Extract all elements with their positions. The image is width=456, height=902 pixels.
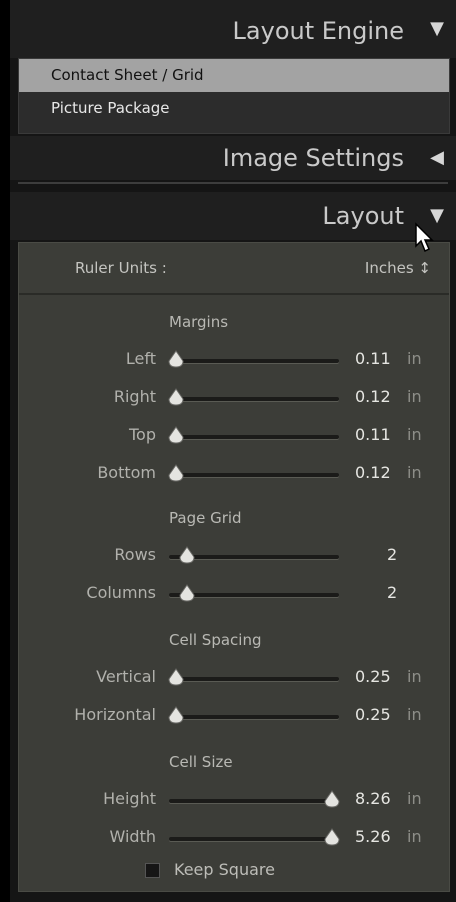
- layout-engine-list: Contact Sheet / Grid Picture Package: [18, 58, 450, 134]
- slider-value[interactable]: 0.11: [355, 349, 391, 368]
- mouse-cursor-icon: [415, 222, 434, 253]
- layout-title: Layout: [322, 202, 404, 230]
- layout-engine-header[interactable]: Layout Engine ▼: [10, 0, 456, 58]
- divider: [19, 293, 449, 295]
- slider-knob[interactable]: [167, 668, 185, 686]
- keep-square-label: Keep Square: [174, 860, 275, 879]
- ruler-units-label: Ruler Units :: [75, 259, 167, 277]
- slider-label: Rows: [114, 545, 156, 564]
- triangle-down-icon[interactable]: ▼: [430, 0, 444, 60]
- slider-label: Right: [113, 387, 156, 406]
- slider-label: Left: [125, 349, 156, 368]
- image-settings-header[interactable]: Image Settings ◀: [10, 136, 456, 180]
- slider-value[interactable]: 8.26: [355, 789, 391, 808]
- unit-label: in: [407, 387, 422, 406]
- slider-value[interactable]: 0.12: [355, 463, 391, 482]
- slider-row-columns: Columns 2: [19, 577, 449, 609]
- keep-square-checkbox[interactable]: [145, 863, 160, 878]
- slider-label: Vertical: [96, 667, 156, 686]
- slider-track[interactable]: [168, 706, 339, 724]
- layout-panel-body: Ruler Units : Inches ↕ Margins Left 0.11 i…: [18, 242, 450, 892]
- slider-track[interactable]: [168, 350, 339, 368]
- slider-label: Bottom: [97, 463, 156, 482]
- slider-knob[interactable]: [167, 388, 185, 406]
- slider-row-top: Top 0.11 in: [19, 419, 449, 451]
- ruler-units-row: Ruler Units : Inches ↕: [19, 243, 449, 293]
- slider-label: Width: [109, 827, 156, 846]
- layout-header[interactable]: Layout ▼: [10, 192, 456, 240]
- slider-label: Horizontal: [74, 705, 156, 724]
- slider-track[interactable]: [169, 790, 340, 808]
- slider-track[interactable]: [169, 584, 339, 602]
- slider-row-right: Right 0.12 in: [19, 381, 449, 413]
- slider-knob[interactable]: [167, 350, 185, 368]
- slider-track[interactable]: [168, 464, 339, 482]
- slider-label: Columns: [86, 583, 156, 602]
- section-title-page-grid: Page Grid: [169, 509, 242, 527]
- engine-option-contact-sheet[interactable]: Contact Sheet / Grid: [19, 59, 449, 92]
- slider-row-left: Left 0.11 in: [19, 343, 449, 375]
- divider: [18, 182, 448, 184]
- unit-label: in: [407, 349, 422, 368]
- slider-value[interactable]: 2: [387, 545, 397, 564]
- section-title-cell-spacing: Cell Spacing: [169, 631, 262, 649]
- unit-label: in: [407, 789, 422, 808]
- slider-track[interactable]: [168, 668, 339, 686]
- slider-value[interactable]: 0.12: [355, 387, 391, 406]
- slider-knob[interactable]: [178, 546, 196, 564]
- slider-track[interactable]: [168, 426, 339, 444]
- right-panel: Layout Engine ▼ Contact Sheet / Grid Pic…: [10, 0, 456, 902]
- unit-label: in: [407, 667, 422, 686]
- image-settings-title: Image Settings: [222, 144, 404, 172]
- slider-value[interactable]: 0.25: [355, 705, 391, 724]
- slider-row-height: Height 8.26 in: [19, 783, 449, 815]
- slider-knob[interactable]: [323, 828, 341, 846]
- slider-row-rows: Rows 2: [19, 539, 449, 571]
- slider-knob[interactable]: [167, 426, 185, 444]
- unit-label: in: [407, 425, 422, 444]
- slider-row-vertical: Vertical 0.25 in: [19, 661, 449, 693]
- slider-track[interactable]: [168, 388, 339, 406]
- triangle-left-icon[interactable]: ◀: [430, 136, 444, 180]
- slider-track[interactable]: [169, 546, 339, 564]
- slider-value[interactable]: 5.26: [355, 827, 391, 846]
- keep-square-checkbox-row[interactable]: Keep Square: [145, 860, 275, 882]
- engine-option-picture-package[interactable]: Picture Package: [19, 92, 449, 125]
- slider-row-width: Width 5.26 in: [19, 821, 449, 853]
- slider-track[interactable]: [169, 828, 340, 846]
- unit-label: in: [407, 463, 422, 482]
- slider-knob[interactable]: [178, 584, 196, 602]
- slider-row-horizontal: Horizontal 0.25 in: [19, 699, 449, 731]
- slider-value[interactable]: 0.25: [355, 667, 391, 686]
- ruler-units-select[interactable]: Inches ↕: [365, 259, 431, 277]
- slider-value[interactable]: 2: [387, 583, 397, 602]
- slider-label: Top: [129, 425, 156, 444]
- section-title-margins: Margins: [169, 313, 229, 331]
- slider-knob[interactable]: [323, 790, 341, 808]
- slider-knob[interactable]: [167, 464, 185, 482]
- slider-label: Height: [103, 789, 156, 808]
- unit-label: in: [407, 827, 422, 846]
- slider-knob[interactable]: [167, 706, 185, 724]
- unit-label: in: [407, 705, 422, 724]
- layout-engine-title: Layout Engine: [232, 17, 404, 45]
- slider-value[interactable]: 0.11: [355, 425, 391, 444]
- slider-row-bottom: Bottom 0.12 in: [19, 457, 449, 489]
- section-title-cell-size: Cell Size: [169, 753, 233, 771]
